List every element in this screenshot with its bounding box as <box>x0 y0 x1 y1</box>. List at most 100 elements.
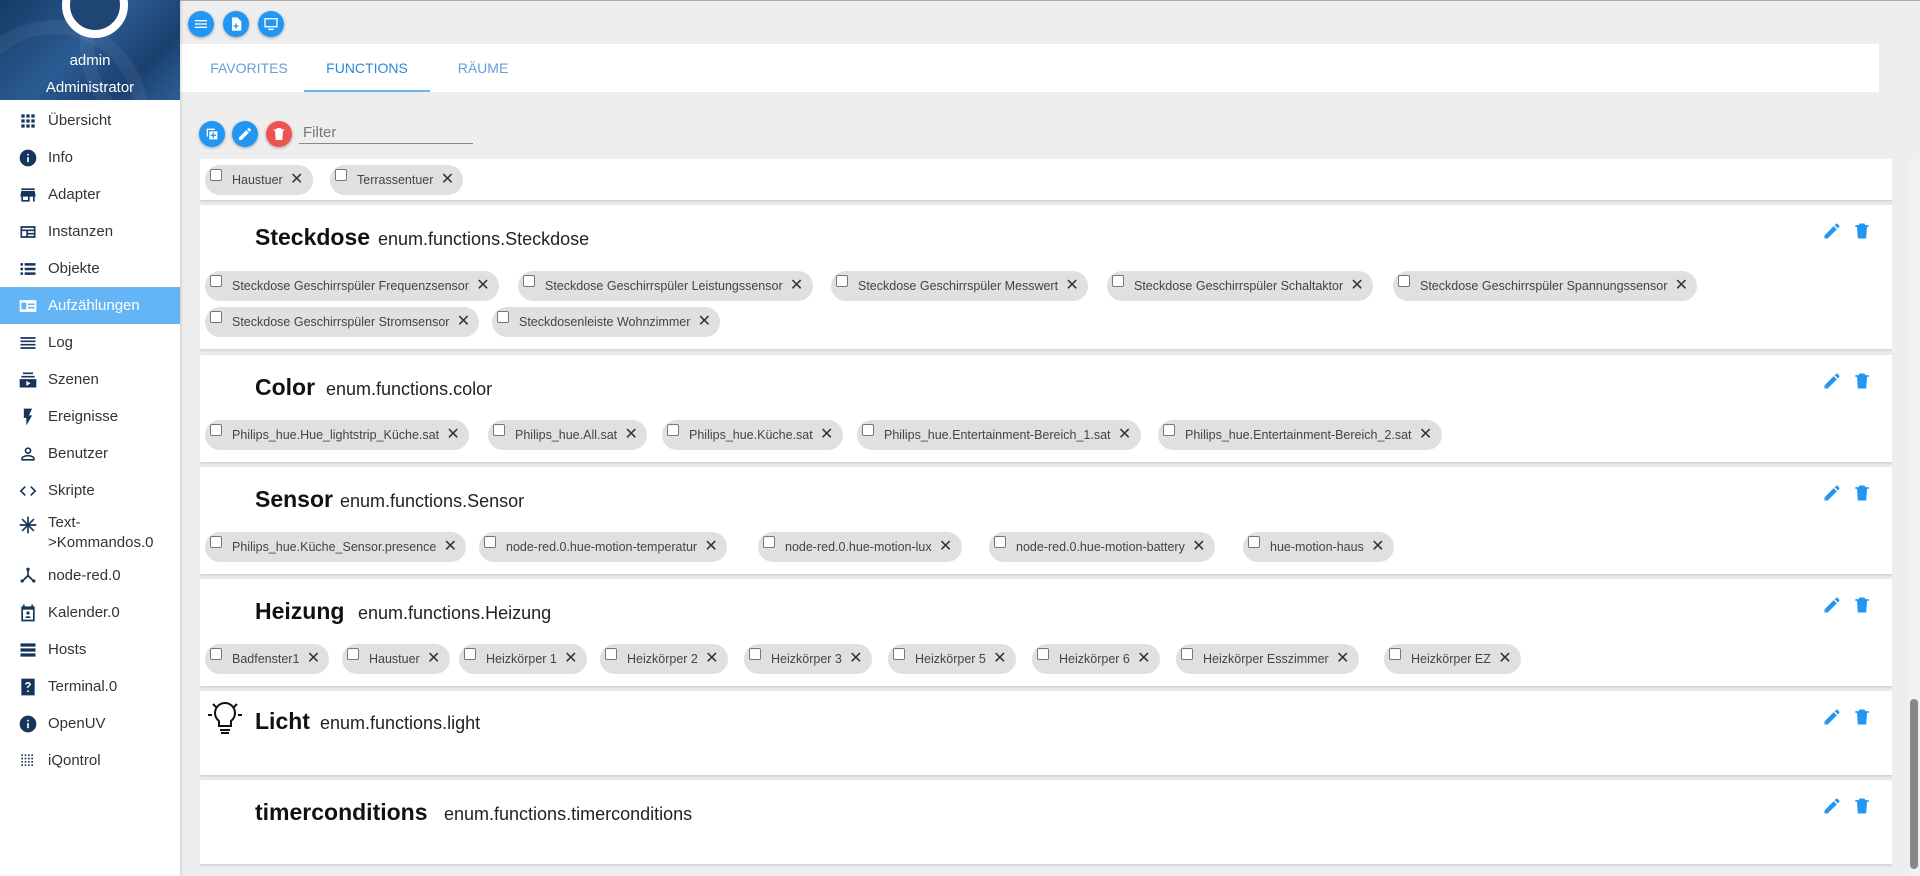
member-chip[interactable]: Haustuer ✕ <box>205 165 313 195</box>
delete-button[interactable] <box>1851 482 1873 504</box>
tab-functions[interactable]: FUNCTIONS <box>304 44 430 92</box>
filter-input[interactable] <box>299 121 473 144</box>
close-icon[interactable]: ✕ <box>1418 420 1434 450</box>
sidebar-item-log[interactable]: Log <box>0 324 180 361</box>
user-name: admin <box>69 52 111 69</box>
close-icon[interactable]: ✕ <box>442 532 458 562</box>
sidebar-item-kalender[interactable]: Kalender.0 <box>0 594 180 631</box>
menu-button[interactable] <box>188 11 214 37</box>
member-chip[interactable]: Steckdose Geschirrspüler Stromsensor ✕ <box>205 307 480 337</box>
sidebar-item-objekte[interactable]: Objekte <box>0 250 180 287</box>
sidebar-item-node-red[interactable]: node-red.0 <box>0 557 180 594</box>
close-icon[interactable]: ✕ <box>819 420 835 450</box>
member-chip[interactable]: Steckdose Geschirrspüler Schaltaktor ✕ <box>1107 271 1374 301</box>
close-icon[interactable]: ✕ <box>1673 271 1689 301</box>
member-chip[interactable]: Philips_hue.Hue_lightstrip_Küche.sat ✕ <box>205 420 470 450</box>
close-icon[interactable]: ✕ <box>1191 532 1207 562</box>
member-chip[interactable]: node-red.0.hue-motion-temperatur ✕ <box>479 532 728 562</box>
member-chip[interactable]: Steckdose Geschirrspüler Spannungssensor… <box>1393 271 1698 301</box>
close-icon[interactable]: ✕ <box>1370 532 1386 562</box>
close-icon[interactable]: ✕ <box>1335 644 1351 674</box>
close-icon[interactable]: ✕ <box>623 420 639 450</box>
sidebar-item-openuv[interactable]: OpenUV <box>0 705 180 742</box>
sidebar-item-text-kommandos[interactable]: Text->Kommandos.0 <box>0 509 180 557</box>
sidebar-item-info[interactable]: Info <box>0 139 180 176</box>
sidebar-item-benutzer[interactable]: Benutzer <box>0 435 180 472</box>
edit-button[interactable] <box>1821 594 1843 616</box>
edit-enum-button[interactable] <box>232 121 258 147</box>
close-icon[interactable]: ✕ <box>1136 644 1152 674</box>
close-icon[interactable]: ✕ <box>305 644 321 674</box>
member-chip[interactable]: Heizkörper 3 ✕ <box>744 644 872 674</box>
delete-enum-button[interactable] <box>266 121 292 147</box>
member-chip[interactable]: Philips_hue.Küche_Sensor.presence ✕ <box>205 532 467 562</box>
close-icon[interactable]: ✕ <box>289 165 305 195</box>
edit-button[interactable] <box>1821 795 1843 817</box>
edit-button[interactable] <box>1821 482 1843 504</box>
sidebar-item-iqontrol[interactable]: iQontrol <box>0 742 180 779</box>
add-file-button[interactable] <box>223 11 249 37</box>
sidebar-item-uebersicht[interactable]: Übersicht <box>0 102 180 139</box>
member-chip[interactable]: Steckdose Geschirrspüler Frequenzsensor ✕ <box>205 271 499 301</box>
member-chip[interactable]: Heizkörper Esszimmer ✕ <box>1176 644 1359 674</box>
close-icon[interactable]: ✕ <box>1064 271 1080 301</box>
close-icon[interactable]: ✕ <box>475 271 491 301</box>
sidebar-item-skripte[interactable]: Skripte <box>0 472 180 509</box>
member-chip[interactable]: Steckdose Geschirrspüler Messwert ✕ <box>831 271 1089 301</box>
delete-button[interactable] <box>1851 706 1873 728</box>
scrollbar-thumb[interactable] <box>1910 699 1918 869</box>
close-icon[interactable]: ✕ <box>439 165 455 195</box>
edit-button[interactable] <box>1821 706 1843 728</box>
member-chip[interactable]: node-red.0.hue-motion-lux ✕ <box>758 532 962 562</box>
close-icon[interactable]: ✕ <box>696 307 712 337</box>
sidebar-item-aufzaehlungen[interactable]: Aufzählungen <box>0 287 180 324</box>
member-chip[interactable]: Philips_hue.Entertainment-Bereich_2.sat ✕ <box>1158 420 1442 450</box>
sidebar-item-terminal[interactable]: Terminal.0 <box>0 668 180 705</box>
member-chip[interactable]: Philips_hue.Küche.sat ✕ <box>662 420 843 450</box>
close-icon[interactable]: ✕ <box>704 644 720 674</box>
member-chip[interactable]: Terrassentuer ✕ <box>330 165 464 195</box>
member-chip[interactable]: Philips_hue.All.sat ✕ <box>488 420 648 450</box>
close-icon[interactable]: ✕ <box>789 271 805 301</box>
close-icon[interactable]: ✕ <box>1117 420 1133 450</box>
close-icon[interactable]: ✕ <box>703 532 719 562</box>
close-icon[interactable]: ✕ <box>445 420 461 450</box>
sidebar-item-adapter[interactable]: Adapter <box>0 176 180 213</box>
member-chip[interactable]: Heizkörper 6 ✕ <box>1032 644 1160 674</box>
sidebar-item-instanzen[interactable]: Instanzen <box>0 213 180 250</box>
member-chip[interactable]: Heizkörper 2 ✕ <box>600 644 728 674</box>
close-icon[interactable]: ✕ <box>992 644 1008 674</box>
sidebar-item-hosts[interactable]: Hosts <box>0 631 180 668</box>
scenes-icon <box>16 368 40 392</box>
close-icon[interactable]: ✕ <box>938 532 954 562</box>
member-chip[interactable]: Badfenster1 ✕ <box>205 644 330 674</box>
member-chip[interactable]: Heizkörper 1 ✕ <box>459 644 587 674</box>
member-chip[interactable]: Steckdosenleiste Wohnzimmer ✕ <box>492 307 721 337</box>
scrollbar[interactable] <box>1908 159 1920 876</box>
member-chip[interactable]: Philips_hue.Entertainment-Bereich_1.sat ✕ <box>857 420 1141 450</box>
close-icon[interactable]: ✕ <box>455 307 471 337</box>
member-chip[interactable]: Heizkörper 5 ✕ <box>888 644 1016 674</box>
sidebar-item-ereignisse[interactable]: Ereignisse <box>0 398 180 435</box>
member-chip[interactable]: node-red.0.hue-motion-battery ✕ <box>989 532 1215 562</box>
member-chip[interactable]: Heizkörper EZ ✕ <box>1384 644 1521 674</box>
edit-button[interactable] <box>1821 220 1843 242</box>
delete-button[interactable] <box>1851 795 1873 817</box>
close-icon[interactable]: ✕ <box>848 644 864 674</box>
delete-button[interactable] <box>1851 370 1873 392</box>
close-icon[interactable]: ✕ <box>563 644 579 674</box>
delete-button[interactable] <box>1851 594 1873 616</box>
tab-favorites[interactable]: FAVORITES <box>180 44 318 92</box>
member-chip[interactable]: Steckdose Geschirrspüler Leistungssensor… <box>518 271 813 301</box>
add-enum-button[interactable] <box>199 121 225 147</box>
close-icon[interactable]: ✕ <box>1497 644 1513 674</box>
close-icon[interactable]: ✕ <box>426 644 442 674</box>
tab-raeume[interactable]: RÄUME <box>430 44 536 92</box>
screen-button[interactable] <box>258 11 284 37</box>
edit-button[interactable] <box>1821 370 1843 392</box>
delete-button[interactable] <box>1851 220 1873 242</box>
close-icon[interactable]: ✕ <box>1349 271 1365 301</box>
member-chip[interactable]: Haustuer ✕ <box>342 644 450 674</box>
sidebar-item-szenen[interactable]: Szenen <box>0 361 180 398</box>
member-chip[interactable]: hue-motion-haus ✕ <box>1243 532 1394 562</box>
